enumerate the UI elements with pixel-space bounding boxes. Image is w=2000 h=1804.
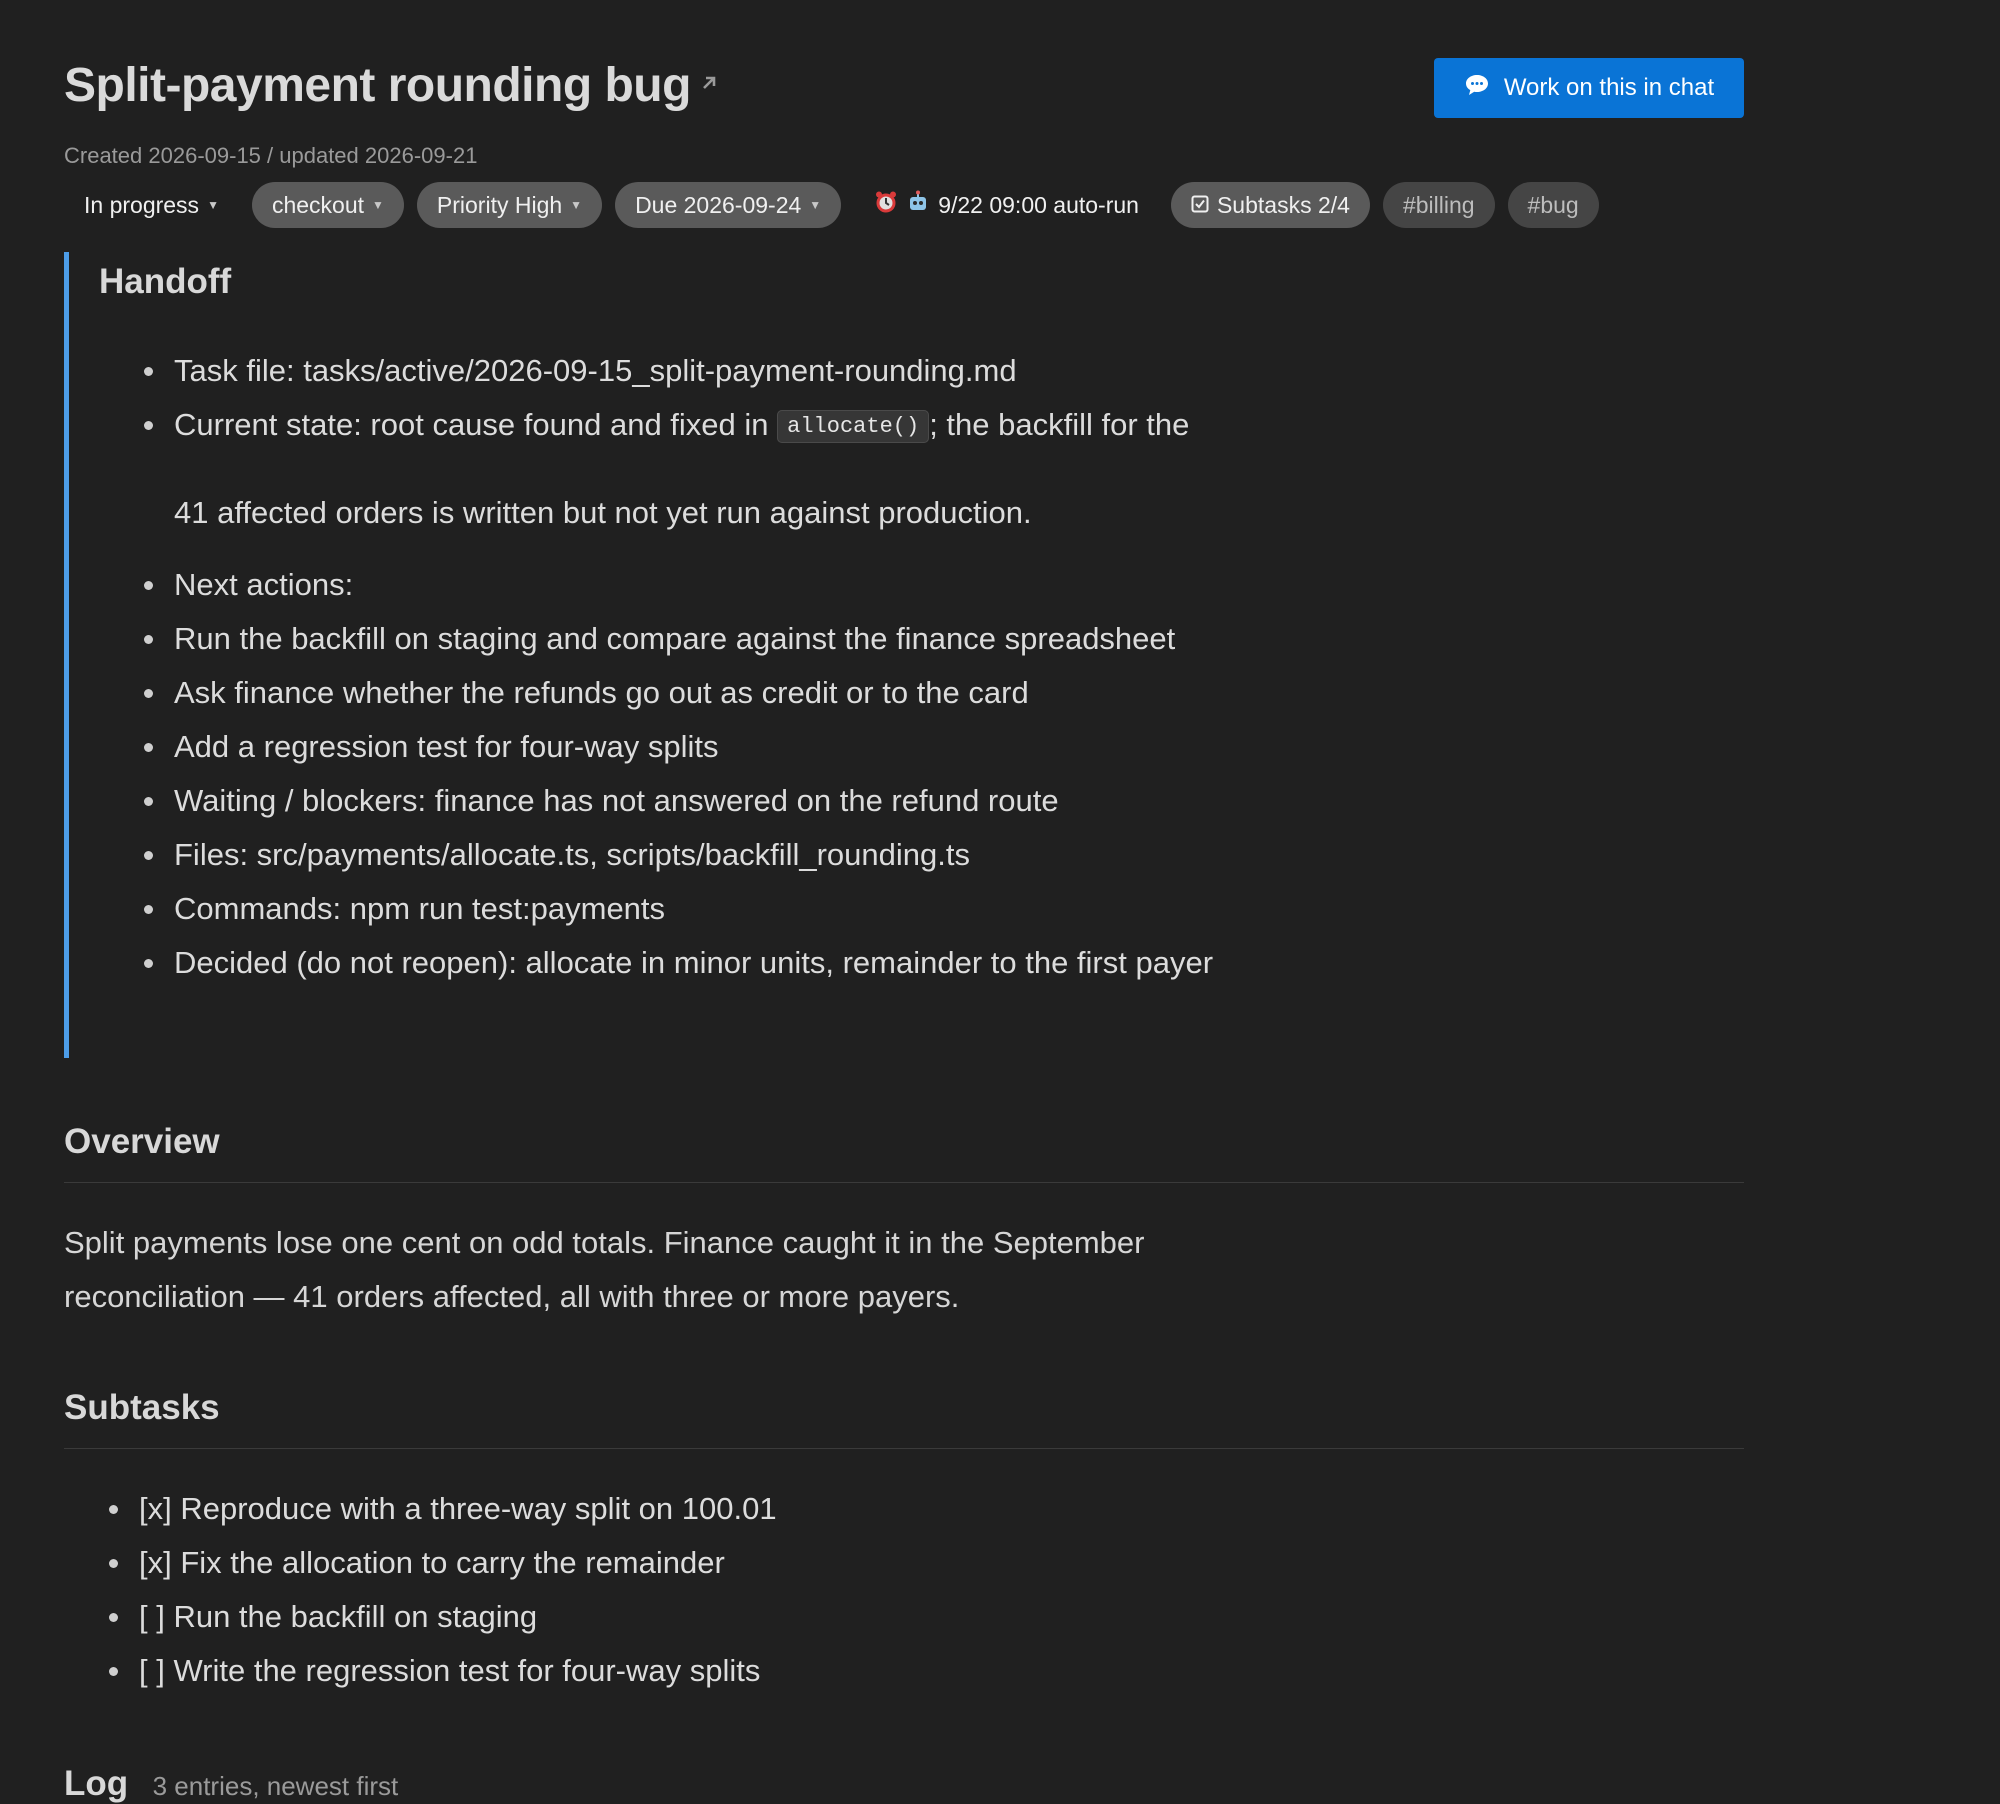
created-updated-meta: Created 2026-09-15 / updated 2026-09-21 — [64, 143, 478, 168]
list-item: Ask finance whether the refunds go out a… — [144, 674, 1344, 712]
chevron-down-icon: ▼ — [809, 198, 822, 212]
work-in-chat-label: Work on this in chat — [1503, 74, 1715, 101]
area-dropdown[interactable]: checkout ▼ — [251, 182, 404, 228]
subtask-item: [x] Fix the allocation to carry the rema… — [109, 1544, 777, 1582]
area-label: checkout — [271, 191, 365, 218]
list-item: Task file: tasks/active/2026-09-15_split… — [144, 352, 1344, 390]
handoff-list: Task file: tasks/active/2026-09-15_split… — [144, 352, 1344, 998]
tag-chip[interactable]: #billing — [1382, 182, 1495, 228]
chevron-down-icon: ▼ — [372, 198, 384, 212]
chevron-down-icon: ▼ — [207, 198, 219, 212]
handoff-heading: Handoff — [99, 262, 232, 301]
speech-bubble-icon — [1464, 73, 1490, 104]
state-text: ; the backfill for the — [929, 407, 1190, 442]
overview-line: Split payments lose one cent on odd tota… — [64, 1225, 1145, 1260]
checkbox-icon — [1191, 192, 1209, 219]
status-label: In progress — [84, 191, 200, 218]
subtasks-progress-chip[interactable]: Subtasks 2/4 — [1170, 182, 1370, 228]
divider — [64, 1182, 1744, 1183]
overview-text: Split payments lose one cent on odd tota… — [64, 1216, 1264, 1324]
handoff-callout: Handoff Task file: tasks/active/2026-09-… — [64, 252, 1424, 1058]
log-subtitle: 3 entries, newest first — [152, 1771, 399, 1801]
priority-label: Priority High — [436, 191, 563, 218]
chevron-down-icon: ▼ — [570, 198, 583, 212]
list-item: Commands: npm run test:payments — [144, 890, 1344, 928]
auto-run-schedule[interactable]: 9/22 09:00 auto-run — [854, 182, 1171, 228]
property-chips: In progress ▼ checkout ▼ Priority High ▼ Du… — [64, 182, 1612, 228]
page-title: Split-payment rounding bug — [64, 50, 719, 113]
log-heading: Log — [64, 1764, 129, 1803]
inline-code: allocate() — [777, 410, 930, 443]
subtask-item: [ ] Run the backfill on staging — [109, 1598, 777, 1636]
divider — [64, 1448, 1744, 1449]
subtasks-heading: Subtasks — [64, 1388, 220, 1427]
external-link-icon[interactable] — [699, 50, 719, 105]
priority-dropdown[interactable]: Priority High ▼ — [416, 182, 603, 228]
header: Split-payment rounding bug Created 2026-… — [64, 0, 1744, 168]
tag-chip[interactable]: #bug — [1507, 182, 1599, 228]
subtask-item: [x] Reproduce with a three-way split on … — [109, 1490, 777, 1528]
state-text: Current state: root cause found and fixe… — [174, 407, 769, 442]
overview-line: reconciliation — 41 orders affected, all… — [64, 1279, 960, 1314]
subtasks-list: [x] Reproduce with a three-way split on … — [109, 1490, 777, 1706]
due-date-dropdown[interactable]: Due 2026-09-24 ▼ — [615, 182, 842, 228]
list-item: Run the backfill on staging and compare … — [144, 620, 1344, 658]
subtasks-progress-label: Subtasks 2/4 — [1216, 191, 1350, 218]
status-dropdown[interactable]: In progress ▼ — [64, 182, 239, 228]
page-title-text: Split-payment rounding bug — [64, 59, 691, 112]
overview-heading: Overview — [64, 1122, 220, 1161]
list-item: Waiting / blockers: finance has not answ… — [144, 782, 1344, 820]
auto-run-label: 9/22 09:00 auto-run — [938, 191, 1139, 218]
due-date-label: Due 2026-09-24 — [635, 191, 802, 218]
list-item: Current state: root cause found and fixe… — [144, 406, 1344, 532]
list-item: Next actions: — [144, 566, 1344, 604]
list-item: Decided (do not reopen): allocate in min… — [144, 944, 1344, 982]
log-header: Log 3 entries, newest first — [64, 1764, 398, 1804]
list-item: Add a regression test for four-way split… — [144, 728, 1344, 766]
list-item: Files: src/payments/allocate.ts, scripts… — [144, 836, 1344, 874]
robot-icon — [906, 190, 930, 220]
task-page: Split-payment rounding bug Created 2026-… — [64, 0, 1744, 1803]
alarm-clock-icon — [874, 190, 898, 220]
subtask-item: [ ] Write the regression test for four-w… — [109, 1652, 777, 1690]
work-in-chat-button[interactable]: Work on this in chat — [1434, 58, 1744, 118]
state-continuation: 41 affected orders is written but not ye… — [174, 495, 1032, 530]
